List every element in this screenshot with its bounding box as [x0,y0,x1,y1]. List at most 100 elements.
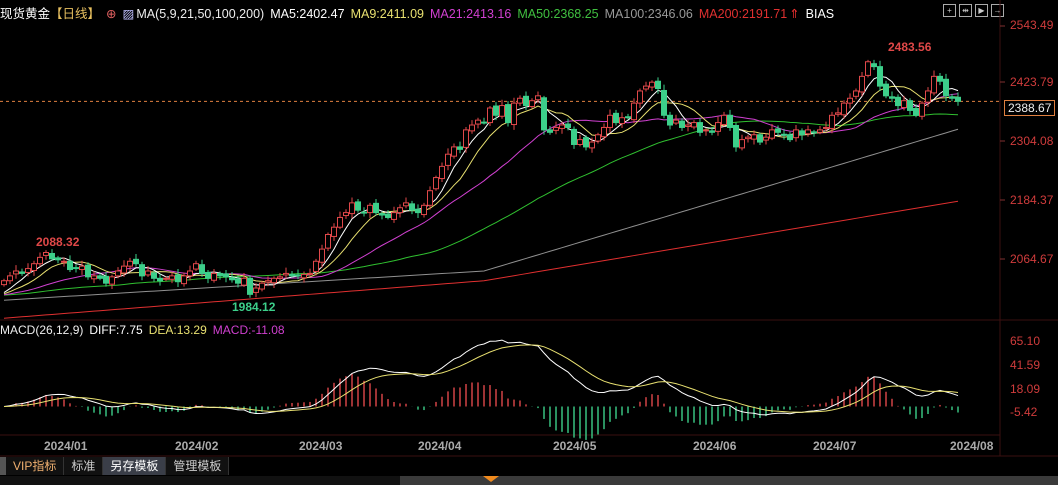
candle-up [637,90,643,104]
candle-up [391,212,397,220]
candle-up [739,139,745,149]
candle-up [127,260,133,267]
candle-down [799,130,805,136]
candle-up [595,134,601,142]
candle-up [715,122,721,132]
candle-down [73,267,79,270]
candle-down [103,275,109,284]
candle-up [301,273,307,279]
candle-up [553,126,559,131]
candle-up [817,129,823,133]
candle-down [889,96,895,99]
candle-down [199,264,205,274]
candle-up [823,126,829,129]
candle-up [721,114,727,126]
price-tick: 2304.08 [1010,134,1054,148]
candle-up [487,107,493,124]
candle-down [289,273,295,277]
candle-down [955,96,961,102]
candle-down [139,264,145,277]
candle-down [679,120,685,128]
template-tabs: VIP指标 标准 另存模板 管理模板 [0,457,230,475]
candle-up [397,207,403,214]
candle-up [37,256,43,265]
candle-down [19,271,25,274]
macd-label[interactable]: MACD(26,12,9) [0,323,83,337]
candle-up [61,260,67,263]
candle-up [331,226,337,237]
candle-up [7,275,13,282]
candle-up [439,165,445,180]
date-label: 2024/04 [418,439,462,453]
tab-save-template[interactable]: 另存模板 [103,457,167,475]
candle-down [55,257,61,261]
candle-down [85,264,91,278]
candle-down [217,272,223,277]
candle-down [565,123,571,128]
candle-down [775,128,781,133]
candle-down [361,211,367,214]
candle-up [499,105,505,117]
candle-up [463,129,469,148]
candle-up [433,177,439,190]
candle-down [481,121,487,124]
date-label: 2024/03 [299,439,343,453]
candle-down [49,252,55,260]
candle-down [379,213,385,216]
tab-standard[interactable]: 标准 [64,457,104,475]
candle-up [853,90,859,97]
candle-up [421,204,427,216]
scroll-marker-icon[interactable] [483,476,499,482]
candle-up [451,146,457,157]
candle-up [145,270,151,276]
price-tick: 2543.49 [1010,18,1054,32]
price-tick: 2423.79 [1010,75,1054,89]
candle-down [913,107,919,116]
horizontal-scrollbar[interactable] [0,476,1058,485]
candle-up [511,102,517,126]
candle-up [643,85,649,90]
candle-up [475,119,481,125]
candle-down [733,125,739,148]
candle-up [91,275,97,280]
candle-down [949,96,955,99]
candle-down [409,203,415,211]
candle-down [937,75,943,82]
candle-up [607,114,613,128]
candle-up [901,100,907,109]
chart-window: 现货黄金【日线】 ⊕ ▨ MA(5,9,21,50,100,200) MA5:2402.… [0,0,1058,485]
date-label: 2024/07 [813,439,857,453]
candle-up [847,97,853,104]
candle-up [469,124,475,132]
candle-down [175,274,181,283]
candle-down [355,201,361,211]
candle-up [241,277,247,286]
candle-down [757,134,763,143]
chart-canvas[interactable] [0,0,1058,485]
candle-up [601,126,607,138]
macd-tick: 65.10 [1010,334,1041,348]
high-annotation: 2483.56 [888,40,932,54]
candle-up [559,124,565,129]
candle-up [691,122,697,128]
low-annotation: 1984.12 [232,300,276,314]
candle-up [271,277,277,284]
date-label: 2024/02 [175,439,219,453]
candle-down [223,273,229,278]
candle-down [295,274,301,277]
candle-down [727,114,733,128]
candle-down [547,129,553,133]
candle-down [625,116,631,119]
candle-up [163,277,169,280]
tab-vip-indicator[interactable]: VIP指标 [6,457,65,475]
dea-value: DEA:13.29 [148,323,207,337]
macd-tick: -5.42 [1010,405,1038,419]
candle-down [493,105,499,116]
candle-up [445,153,451,166]
ma5-line [3,75,959,293]
tab-manage-template[interactable]: 管理模板 [166,457,230,475]
candle-down [523,95,529,107]
candle-down [67,260,73,271]
candle-up [589,141,595,149]
candle-up [121,265,127,274]
